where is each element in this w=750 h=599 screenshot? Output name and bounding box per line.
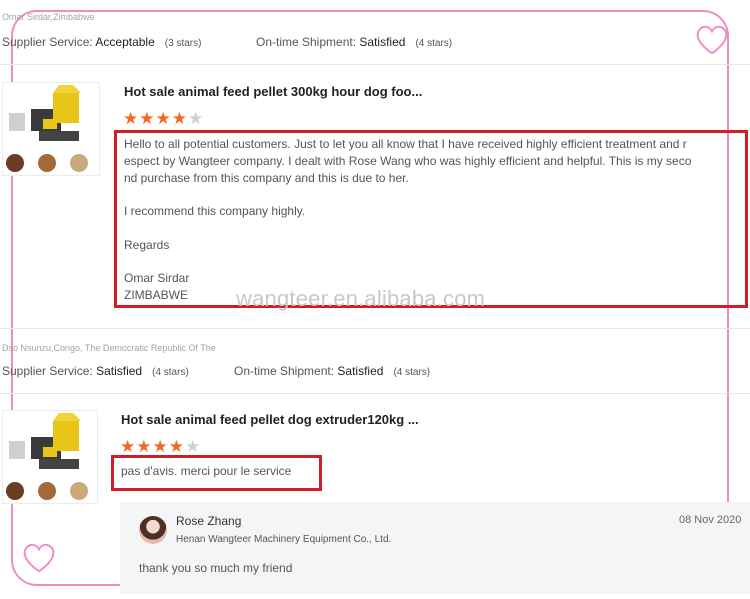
shipment-value: Satisfied [337, 364, 384, 378]
star-icon: ★ [171, 109, 188, 128]
star-icon: ★ [168, 437, 185, 456]
reply-date: 08 Nov 2020 [679, 514, 742, 526]
star-icon: ★ [188, 109, 205, 128]
shipment-label: On-time Shipment: [234, 364, 335, 378]
star-icon: ★ [152, 437, 169, 456]
star-icon: ★ [136, 437, 153, 456]
shipment-rating: On-time Shipment: Satisfied (4 stars) [256, 35, 452, 49]
star-icon: ★ [123, 109, 140, 128]
star-icon: ★ [120, 437, 137, 456]
review-line [124, 254, 744, 271]
watermark: wangteer.en.alibaba.com [236, 286, 486, 311]
pellet-machine-image [6, 413, 88, 500]
shipment-stars: (4 stars) [393, 367, 431, 378]
reply-author-name: Rose Zhang [176, 514, 242, 528]
supplier-service-rating: Supplier Service: Acceptable (3 stars) [2, 35, 201, 49]
reply-text: thank you so much my friend [139, 561, 293, 575]
review-text: Hello to all potential customers. Just t… [124, 136, 744, 304]
heart-ornament-icon [23, 543, 55, 573]
heart-ornament-icon [696, 25, 728, 55]
product-title-link[interactable]: Hot sale animal feed pellet dog extruder… [121, 412, 419, 427]
shipment-stars: (4 stars) [415, 38, 453, 49]
product-title-link[interactable]: Hot sale animal feed pellet 300kg hour d… [124, 84, 422, 99]
supplier-service-label: Supplier Service: [2, 35, 93, 49]
reply-company[interactable]: Henan Wangteer Machinery Equipment Co., … [176, 534, 391, 545]
product-thumbnail[interactable] [2, 410, 98, 504]
supplier-service-value: Acceptable [95, 35, 155, 49]
review-line [124, 186, 744, 203]
buyer-name: Omar Sirdar,Zimbabwe [2, 12, 95, 22]
star-rating: ★★★★★ [120, 438, 201, 455]
supplier-service-value: Satisfied [96, 364, 143, 378]
divider [0, 64, 750, 65]
supplier-service-rating: Supplier Service: Satisfied (4 stars) [2, 364, 189, 378]
buyer-name: Dso Nsunzu,Congo, The Democratic Republi… [2, 343, 216, 353]
review-line: Regards [124, 237, 170, 252]
supplier-service-stars: (3 stars) [164, 38, 202, 49]
star-icon: ★ [139, 109, 156, 128]
review-line: espect by Wangteer company. I dealt with… [124, 153, 692, 168]
star-rating: ★★★★★ [123, 110, 204, 127]
star-icon: ★ [185, 437, 202, 456]
shipment-label: On-time Shipment: [256, 35, 357, 49]
shipment-value: Satisfied [359, 35, 406, 49]
supplier-service-label: Supplier Service: [2, 364, 93, 378]
divider [0, 393, 750, 394]
review-line: Omar Sirdar [124, 271, 190, 286]
review-text: pas d'avis. merci pour le service [121, 464, 292, 478]
review-line: nd purchase from this company and this i… [124, 170, 409, 185]
star-icon: ★ [155, 109, 172, 128]
avatar [139, 516, 167, 544]
review-line [124, 220, 744, 237]
supplier-service-stars: (4 stars) [152, 367, 189, 378]
review-line: I recommend this company highly. [124, 204, 306, 219]
review-line: Hello to all potential customers. Just t… [124, 137, 687, 151]
shipment-rating: On-time Shipment: Satisfied (4 stars) [234, 364, 430, 378]
pellet-machine-image [6, 85, 88, 172]
product-thumbnail[interactable] [2, 82, 100, 176]
divider [0, 328, 750, 329]
